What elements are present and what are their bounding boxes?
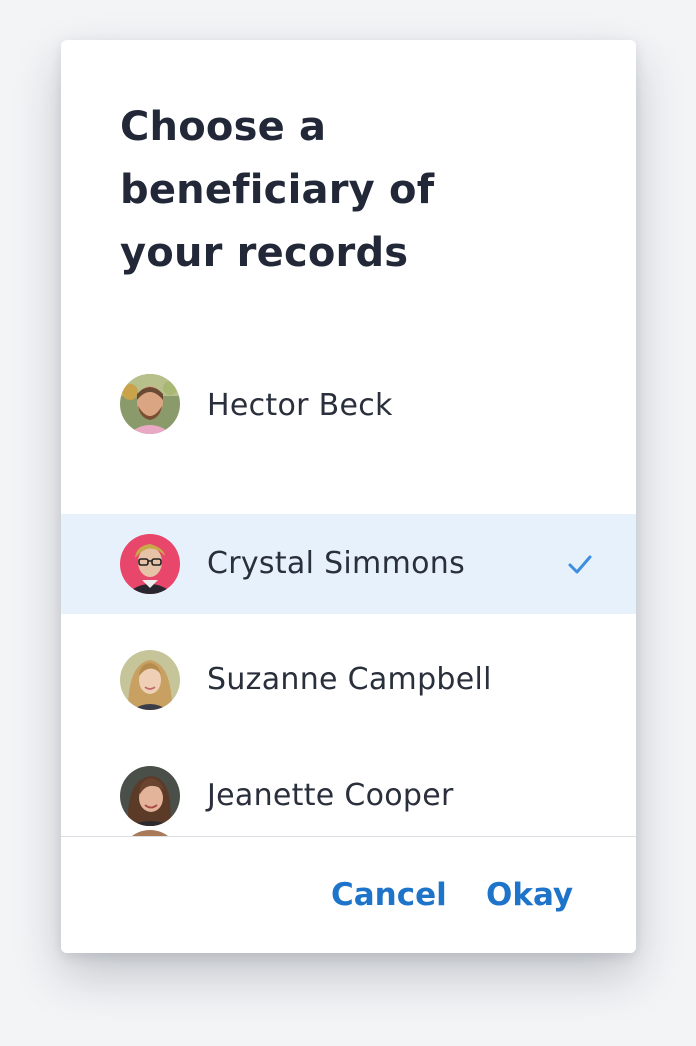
okay-button[interactable]: Okay xyxy=(486,875,573,915)
list-item-name: Crystal Simmons xyxy=(207,546,466,581)
beneficiary-list[interactable]: Hector Beck Crystal Simmons Suzanne Camp… xyxy=(61,314,636,836)
avatar xyxy=(120,650,180,710)
dialog-footer: Cancel Okay xyxy=(61,836,636,953)
list-item-jeanette-cooper[interactable]: Jeanette Cooper xyxy=(61,730,636,836)
check-icon xyxy=(568,555,592,574)
avatar xyxy=(120,766,180,826)
list-item-name: Jeanette Cooper xyxy=(207,778,454,813)
avatar xyxy=(120,534,180,594)
suzanne-avatar-icon xyxy=(120,650,180,710)
cancel-button[interactable]: Cancel xyxy=(331,875,447,915)
avatar xyxy=(120,374,180,434)
hector-avatar-icon xyxy=(120,374,180,434)
dialog-title: Choose a beneficiary of your records xyxy=(120,104,435,276)
beneficiary-dialog: Choose a beneficiary of your records Hec… xyxy=(61,40,636,953)
list-item-name: Hector Beck xyxy=(207,388,393,423)
list-item-crystal-simmons[interactable]: Crystal Simmons xyxy=(61,514,636,614)
list-item-name: Suzanne Campbell xyxy=(207,662,492,697)
jeanette-avatar-icon xyxy=(120,766,180,826)
list-item-suzanne-campbell[interactable]: Suzanne Campbell xyxy=(61,614,636,730)
crystal-avatar-icon xyxy=(120,534,180,594)
list-item-hector-beck[interactable]: Hector Beck xyxy=(61,314,636,514)
